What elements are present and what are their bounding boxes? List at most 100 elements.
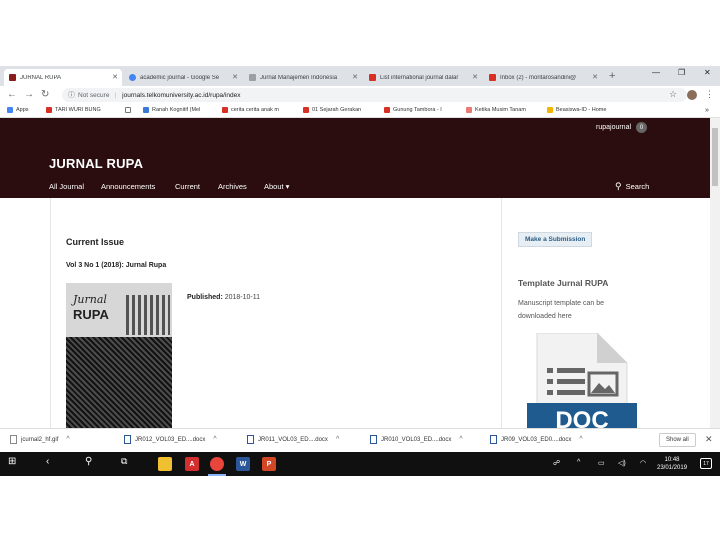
search-label: Search: [625, 182, 650, 191]
make-submission-button[interactable]: Make a Submission: [518, 232, 593, 247]
bookmark-item[interactable]: Beasiswa-ID - Home: [547, 107, 606, 113]
chrome-icon[interactable]: [210, 457, 224, 471]
powerpoint-icon[interactable]: P: [262, 457, 276, 471]
word-file-icon: [247, 435, 254, 444]
address-bar[interactable]: ⓘ Not secure | journals.telkomuniversity…: [62, 88, 687, 102]
site-header: rupajournal 0 JURNAL RUPA All Journal An…: [0, 118, 710, 198]
chevron-up-icon[interactable]: ^: [213, 436, 216, 443]
nav-archives[interactable]: Archives: [218, 182, 247, 191]
issue-cover-image[interactable]: Jurnal RUPA: [66, 283, 172, 428]
user-menu[interactable]: rupajournal 0: [596, 122, 648, 133]
download-item[interactable]: JR09_VOL03_ED0....docx ^: [490, 435, 583, 444]
page-icon: [125, 107, 131, 113]
clock-date: 23/01/2019: [657, 465, 688, 471]
chevron-up-icon[interactable]: ^: [66, 436, 69, 443]
download-item[interactable]: JR010_VOL03_ED....docx ^: [370, 435, 463, 444]
battery-icon[interactable]: ▭: [598, 459, 605, 467]
bookmark-item[interactable]: 01 Sejarah Gerakan: [303, 107, 361, 113]
system-clock[interactable]: 10:48 23/01/2019: [657, 456, 687, 472]
issue-title[interactable]: Vol 3 No 1 (2018): Jurnal Rupa: [66, 262, 166, 269]
tray-chevron-icon[interactable]: ^: [577, 459, 580, 466]
bookmark-item[interactable]: Ketika Musim Tanam: [466, 107, 526, 113]
tab-google-search[interactable]: academic journal - Google Se ✕: [124, 69, 242, 86]
close-icon[interactable]: ✕: [232, 73, 238, 81]
nav-announcements[interactable]: Announcements: [101, 182, 155, 191]
download-item[interactable]: jcurnal2_hf.gif ^: [10, 435, 70, 444]
task-view-icon[interactable]: ⧉: [121, 456, 127, 467]
back-icon[interactable]: ←: [7, 89, 17, 100]
bookmark-label: cerita cerita anak m: [231, 107, 279, 113]
bookmark-item[interactable]: TARI WURI BUNG: [46, 107, 101, 113]
bookmark-label: Gunung Tambora - I: [393, 107, 442, 113]
people-icon[interactable]: ☍: [553, 459, 560, 467]
menu-kebab-icon[interactable]: ⋮: [705, 89, 714, 100]
tab-title: JURNAL RUPA: [20, 74, 62, 81]
doc-file-icon[interactable]: DOC: [527, 333, 637, 428]
file-explorer-icon[interactable]: [158, 457, 172, 471]
published-value: 2018-10-11: [224, 294, 261, 301]
close-icon[interactable]: ✕: [592, 73, 598, 81]
tab-jurnal-manajemen[interactable]: Jurnal Manajemen Indonesia ✕: [244, 69, 362, 86]
bookmark-label: TARI WURI BUNG: [55, 107, 101, 113]
bookmark-item[interactable]: cerita cerita anak m: [222, 107, 279, 113]
download-item[interactable]: JR011_VOL03_ED....docx ^: [247, 435, 339, 444]
nav-all-journal[interactable]: All Journal: [49, 182, 84, 191]
bookmark-star-icon[interactable]: ☆: [669, 89, 677, 100]
page-icon: [249, 74, 256, 81]
bookmarks-bar: Apps TARI WURI BUNG Ranah Kognitif (Mel …: [0, 104, 720, 118]
bookmark-label: 01 Sejarah Gerakan: [312, 107, 362, 113]
wifi-icon[interactable]: ◠: [640, 459, 646, 467]
forward-icon[interactable]: →: [24, 89, 34, 100]
search-icon[interactable]: ⚲: [85, 456, 92, 467]
bookmark-item[interactable]: Ranah Kognitif (Mel: [143, 107, 200, 113]
tab-gmail-inbox[interactable]: Inbox (2) - moritarosandini@ ✕: [484, 69, 602, 86]
window-close-icon[interactable]: ✕: [704, 68, 711, 77]
bookmark-apps[interactable]: Apps: [7, 107, 29, 113]
bookmarks-overflow-icon[interactable]: »: [705, 107, 709, 114]
bookmark-item[interactable]: [125, 107, 134, 113]
main-content: Current Issue Vol 3 No 1 (2018): Jurnal …: [50, 198, 502, 428]
volume-icon[interactable]: ◁): [618, 459, 626, 467]
tab-gmail-list[interactable]: List international journal dalar ✕: [364, 69, 482, 86]
word-file-icon: [490, 435, 497, 444]
separator: |: [114, 91, 117, 99]
info-icon[interactable]: ⓘ: [68, 90, 75, 100]
word-icon[interactable]: W: [236, 457, 250, 471]
close-icon[interactable]: ✕: [705, 434, 713, 445]
avatar[interactable]: [687, 90, 697, 100]
scroll-thumb[interactable]: [712, 128, 718, 186]
page-scrollbar[interactable]: [710, 118, 720, 428]
tab-title: academic journal - Google Se: [140, 74, 220, 81]
bookmark-item[interactable]: Gunung Tambora - I: [384, 107, 442, 113]
tab-jurnal-rupa[interactable]: JURNAL RUPA ✕: [4, 69, 122, 86]
acrobat-icon[interactable]: A: [185, 457, 199, 471]
show-all-button[interactable]: Show all: [659, 433, 696, 447]
tab-favicon: [9, 74, 16, 81]
minimize-icon[interactable]: —: [652, 68, 660, 77]
chevron-up-icon[interactable]: ^: [579, 436, 582, 443]
gmail-icon: [369, 74, 376, 81]
youtube-icon: [384, 107, 390, 113]
close-icon[interactable]: ✕: [112, 73, 118, 81]
nav-current[interactable]: Current: [175, 182, 200, 191]
nav-about[interactable]: About ▾: [264, 182, 289, 191]
page-title: Current Issue: [66, 237, 125, 247]
close-icon[interactable]: ✕: [352, 73, 358, 81]
bookmark-icon: [46, 107, 52, 113]
notification-icon[interactable]: 17: [700, 458, 712, 469]
search-link[interactable]: ⚲ Search: [615, 181, 649, 192]
site-title[interactable]: JURNAL RUPA: [49, 156, 143, 171]
reload-icon[interactable]: ↻: [41, 89, 49, 100]
close-icon[interactable]: ✕: [472, 73, 478, 81]
restore-icon[interactable]: ❐: [678, 68, 685, 77]
chevron-up-icon[interactable]: ^: [459, 436, 462, 443]
download-item[interactable]: JR012_VOL03_ED....docx ^: [124, 435, 217, 444]
back-icon[interactable]: ‹: [46, 456, 49, 467]
sidebar: Make a Submission Template Jurnal RUPA M…: [503, 198, 710, 428]
tab-title: List international journal dalar: [380, 74, 459, 81]
download-filename: JR012_VOL03_ED....docx: [135, 436, 206, 443]
windows-start-icon[interactable]: ⊞: [8, 456, 16, 467]
new-tab-button[interactable]: +: [609, 70, 615, 82]
tab-title: Jurnal Manajemen Indonesia: [260, 74, 338, 81]
chevron-up-icon[interactable]: ^: [336, 436, 339, 443]
